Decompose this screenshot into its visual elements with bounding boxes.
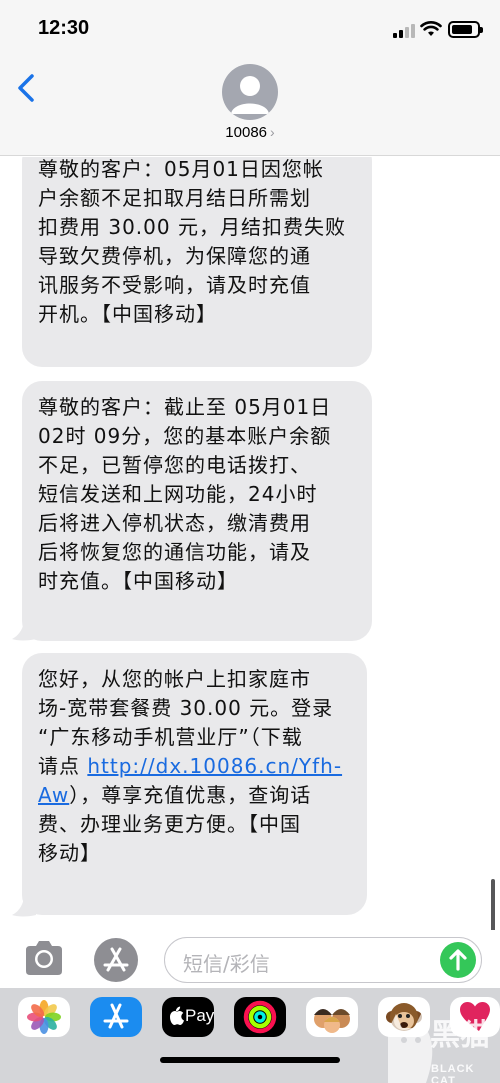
battery-level [452, 25, 472, 34]
bubble-tail [12, 619, 36, 641]
message-line: 场-宽带套餐费 30.00 元。登录 [38, 696, 334, 720]
contact-name[interactable]: 10086 › [0, 124, 500, 141]
message-line: 尊敬的客户：截止至 05月01日 [38, 395, 332, 419]
camera-icon[interactable] [22, 938, 66, 978]
apple-pay-label: Pay [185, 1006, 214, 1025]
message-composer: 短信/彩信 [0, 930, 500, 988]
message-input-placeholder[interactable]: 短信/彩信 [183, 948, 270, 977]
cellular-signal-icon [393, 22, 415, 38]
message-input[interactable]: 短信/彩信 [164, 937, 482, 983]
app-store-icon [103, 947, 129, 972]
message-text: ），尊享充值优惠，查询话 [69, 783, 312, 807]
message-text: 请点 [38, 754, 88, 778]
watermark-title: 黑猫 [430, 1018, 490, 1053]
message-link[interactable]: http://dx.10086.cn/Yfh- [87, 754, 342, 778]
contact-name-label[interactable]: 10086 [225, 124, 267, 141]
chevron-left-icon[interactable] [12, 68, 42, 108]
app-store-app-icon[interactable] [90, 997, 142, 1037]
message-line: Aw），尊享充值优惠，查询话 [38, 781, 351, 810]
message-line: 您好，从您的帐户上扣家庭市 [38, 667, 311, 691]
photos-app-icon[interactable] [18, 997, 70, 1037]
message-line: 讯服务不受影响，请及时充值 [38, 273, 311, 297]
message-line: 费、办理业务更方便。【中国 [38, 812, 301, 836]
message-line: 不足，已暂停您的电话拨打、 [38, 453, 311, 477]
bubble-tail [12, 895, 36, 917]
message-line: 后将进入停机状态，缴清费用 [38, 511, 311, 535]
contact-avatar[interactable] [222, 64, 278, 120]
message-bubble[interactable]: 您好，从您的帐户上扣家庭市 场-宽带套餐费 30.00 元。登录 “广东移动手机… [22, 653, 367, 915]
person-icon [231, 76, 269, 114]
message-bubble[interactable]: 尊敬的客户：05月01日因您帐 户余额不足扣取月结日所需划 扣费用 30.00 … [22, 157, 372, 367]
home-indicator[interactable] [160, 1057, 340, 1063]
message-link[interactable]: Aw [38, 783, 69, 807]
arrow-up-icon [449, 949, 467, 971]
send-button[interactable] [440, 942, 476, 978]
activity-app-icon[interactable] [234, 997, 286, 1037]
message-line: 后将恢复您的通信功能，请及 [38, 540, 311, 564]
watermark-subtitle: BLACK CAT [431, 1063, 475, 1083]
message-line: “广东移动手机营业厅”（下载 [38, 725, 303, 749]
photos-flower-icon [27, 1000, 61, 1034]
message-line: 户余额不足扣取月结日所需划 [38, 186, 311, 210]
memoji-faces-icon [314, 1009, 350, 1033]
message-line: 扣费用 30.00 元，月结扣费失败 [38, 215, 346, 239]
battery-icon [448, 21, 483, 38]
wifi-icon [420, 21, 442, 36]
message-bubble[interactable]: 尊敬的客户：截止至 05月01日 02时 09分，您的基本账户余额 不足，已暂停… [22, 381, 372, 641]
message-line: 请点 http://dx.10086.cn/Yfh- [38, 752, 351, 781]
activity-rings-icon [243, 1000, 277, 1034]
chevron-right-icon: › [270, 124, 275, 140]
scroll-indicator[interactable] [491, 879, 495, 930]
message-line: 尊敬的客户：05月01日因您帐 [38, 157, 324, 181]
message-line: 导致欠费停机，为保障您的通 [38, 244, 311, 268]
memoji-app-icon[interactable] [306, 997, 358, 1037]
conversation-header: 10086 › [0, 60, 500, 156]
app-store-glyph-icon [103, 1003, 129, 1029]
status-bar: 12:30 [0, 0, 500, 60]
apple-pay-app-icon[interactable]: Pay [162, 997, 214, 1037]
message-line: 短信发送和上网功能，24小时 [38, 482, 318, 506]
message-line: 02时 09分，您的基本账户余额 [38, 424, 332, 448]
message-line: 开机。【中国移动】 [38, 302, 217, 326]
message-line: 时充值。【中国移动】 [38, 569, 238, 593]
app-store-button[interactable] [94, 938, 138, 982]
status-time: 12:30 [38, 17, 90, 39]
message-list[interactable]: 尊敬的客户：05月01日因您帐 户余额不足扣取月结日所需划 扣费用 30.00 … [0, 157, 500, 930]
message-line: 移动】 [38, 841, 101, 865]
